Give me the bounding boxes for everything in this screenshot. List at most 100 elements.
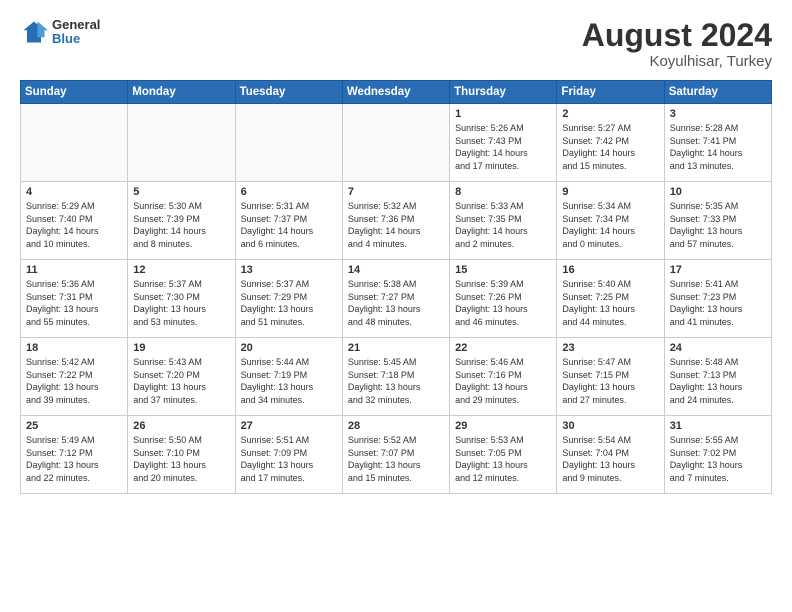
day-number: 22 (455, 342, 551, 354)
calendar-cell: 25 Sunrise: 5:49 AMSunset: 7:12 PMDayligh… (21, 416, 128, 494)
weekday-header-friday: Friday (557, 81, 664, 104)
calendar-cell: 27Sunrise: 5:51 AMSunset: 7:09 PMDayligh… (235, 416, 342, 494)
header: General Blue August 2024 Koyulhisar, Tur… (20, 18, 772, 70)
calendar-cell: 6Sunrise: 5:31 AMSunset: 7:37 PMDaylight… (235, 182, 342, 260)
cell-info: Sunrise: 5:37 AMSunset: 7:30 PMDaylight:… (133, 278, 229, 328)
cell-info: Sunrise: 5:26 AMSunset: 7:43 PMDaylight:… (455, 122, 551, 172)
day-number: 31 (670, 420, 766, 432)
cell-info: Sunrise: 5:32 AMSunset: 7:36 PMDaylight:… (348, 200, 444, 250)
day-number: 11 (26, 264, 122, 276)
cell-info: Sunrise: 5:28 AMSunset: 7:41 PMDaylight:… (670, 122, 766, 172)
calendar-cell: 7Sunrise: 5:32 AMSunset: 7:36 PMDaylight… (342, 182, 449, 260)
day-number: 24 (670, 342, 766, 354)
day-number: 10 (670, 186, 766, 198)
cell-info: Sunrise: 5:41 AMSunset: 7:23 PMDaylight:… (670, 278, 766, 328)
calendar-cell: 12 Sunrise: 5:37 AMSunset: 7:30 PMDayligh… (128, 260, 235, 338)
day-number: 18 (26, 342, 122, 354)
calendar-cell: 17 Sunrise: 5:41 AMSunset: 7:23 PMDayligh… (664, 260, 771, 338)
logo-text: General Blue (52, 18, 100, 47)
weekday-header-row: SundayMondayTuesdayWednesdayThursdayFrid… (21, 81, 772, 104)
cell-info: Sunrise: 5:30 AMSunset: 7:39 PMDaylight:… (133, 200, 229, 250)
day-number: 28 (348, 420, 444, 432)
calendar-cell: 21 Sunrise: 5:45 AMSunset: 7:18 PMDayligh… (342, 338, 449, 416)
calendar-cell: 5 Sunrise: 5:30 AMSunset: 7:39 PMDaylight… (128, 182, 235, 260)
cell-info: Sunrise: 5:42 AMSunset: 7:22 PMDaylight:… (26, 356, 122, 406)
calendar-cell (235, 104, 342, 182)
calendar-cell: 29 Sunrise: 5:53 AMSunset: 7:05 PMDayligh… (450, 416, 557, 494)
day-number: 15 (455, 264, 551, 276)
day-number: 14 (348, 264, 444, 276)
calendar-cell (21, 104, 128, 182)
calendar-cell: 16 Sunrise: 5:40 AMSunset: 7:25 PMDayligh… (557, 260, 664, 338)
calendar-table: SundayMondayTuesdayWednesdayThursdayFrid… (20, 80, 772, 494)
calendar-week-2: 4Sunrise: 5:29 AMSunset: 7:40 PMDaylight… (21, 182, 772, 260)
calendar-cell: 22 Sunrise: 5:46 AMSunset: 7:16 PMDayligh… (450, 338, 557, 416)
calendar-week-4: 18 Sunrise: 5:42 AMSunset: 7:22 PMDayligh… (21, 338, 772, 416)
weekday-header-saturday: Saturday (664, 81, 771, 104)
logo-icon (20, 18, 48, 46)
cell-info: Sunrise: 5:35 AMSunset: 7:33 PMDaylight:… (670, 200, 766, 250)
day-number: 20 (241, 342, 337, 354)
day-number: 17 (670, 264, 766, 276)
cell-info: Sunrise: 5:44 AMSunset: 7:19 PMDaylight:… (241, 356, 337, 406)
cell-info: Sunrise: 5:53 AMSunset: 7:05 PMDaylight:… (455, 434, 551, 484)
day-number: 8 (455, 186, 551, 198)
day-number: 19 (133, 342, 229, 354)
cell-info: Sunrise: 5:29 AMSunset: 7:40 PMDaylight:… (26, 200, 122, 250)
day-number: 5 (133, 186, 229, 198)
cell-info: Sunrise: 5:48 AMSunset: 7:13 PMDaylight:… (670, 356, 766, 406)
calendar-week-1: 1Sunrise: 5:26 AMSunset: 7:43 PMDaylight… (21, 104, 772, 182)
logo-general-label: General (52, 18, 100, 32)
day-number: 13 (241, 264, 337, 276)
cell-info: Sunrise: 5:39 AMSunset: 7:26 PMDaylight:… (455, 278, 551, 328)
day-number: 23 (562, 342, 658, 354)
day-number: 12 (133, 264, 229, 276)
cell-info: Sunrise: 5:45 AMSunset: 7:18 PMDaylight:… (348, 356, 444, 406)
calendar-cell: 10 Sunrise: 5:35 AMSunset: 7:33 PMDayligh… (664, 182, 771, 260)
cell-info: Sunrise: 5:33 AMSunset: 7:35 PMDaylight:… (455, 200, 551, 250)
calendar-cell: 9Sunrise: 5:34 AMSunset: 7:34 PMDaylight… (557, 182, 664, 260)
cell-info: Sunrise: 5:40 AMSunset: 7:25 PMDaylight:… (562, 278, 658, 328)
calendar-cell: 8 Sunrise: 5:33 AMSunset: 7:35 PMDaylight… (450, 182, 557, 260)
calendar-week-5: 25 Sunrise: 5:49 AMSunset: 7:12 PMDayligh… (21, 416, 772, 494)
calendar-cell (342, 104, 449, 182)
calendar-cell: 30Sunrise: 5:54 AMSunset: 7:04 PMDayligh… (557, 416, 664, 494)
title-block: August 2024 Koyulhisar, Turkey (582, 18, 772, 70)
calendar-cell (128, 104, 235, 182)
cell-info: Sunrise: 5:36 AMSunset: 7:31 PMDaylight:… (26, 278, 122, 328)
day-number: 26 (133, 420, 229, 432)
weekday-header-tuesday: Tuesday (235, 81, 342, 104)
calendar-cell: 1Sunrise: 5:26 AMSunset: 7:43 PMDaylight… (450, 104, 557, 182)
cell-info: Sunrise: 5:34 AMSunset: 7:34 PMDaylight:… (562, 200, 658, 250)
calendar-cell: 2 Sunrise: 5:27 AMSunset: 7:42 PMDaylight… (557, 104, 664, 182)
cell-info: Sunrise: 5:49 AMSunset: 7:12 PMDaylight:… (26, 434, 122, 484)
day-number: 30 (562, 420, 658, 432)
month-title: August 2024 (582, 18, 772, 53)
logo: General Blue (20, 18, 100, 47)
calendar-cell: 23Sunrise: 5:47 AMSunset: 7:15 PMDayligh… (557, 338, 664, 416)
calendar-cell: 11 Sunrise: 5:36 AMSunset: 7:31 PMDayligh… (21, 260, 128, 338)
day-number: 6 (241, 186, 337, 198)
weekday-header-thursday: Thursday (450, 81, 557, 104)
day-number: 29 (455, 420, 551, 432)
calendar-cell: 18 Sunrise: 5:42 AMSunset: 7:22 PMDayligh… (21, 338, 128, 416)
calendar-cell: 13Sunrise: 5:37 AMSunset: 7:29 PMDayligh… (235, 260, 342, 338)
weekday-header-sunday: Sunday (21, 81, 128, 104)
logo-blue-label: Blue (52, 32, 100, 46)
cell-info: Sunrise: 5:55 AMSunset: 7:02 PMDaylight:… (670, 434, 766, 484)
cell-info: Sunrise: 5:43 AMSunset: 7:20 PMDaylight:… (133, 356, 229, 406)
location: Koyulhisar, Turkey (582, 53, 772, 70)
day-number: 25 (26, 420, 122, 432)
calendar-week-3: 11 Sunrise: 5:36 AMSunset: 7:31 PMDayligh… (21, 260, 772, 338)
calendar-cell: 14Sunrise: 5:38 AMSunset: 7:27 PMDayligh… (342, 260, 449, 338)
calendar-cell: 19 Sunrise: 5:43 AMSunset: 7:20 PMDayligh… (128, 338, 235, 416)
day-number: 21 (348, 342, 444, 354)
calendar-cell: 28Sunrise: 5:52 AMSunset: 7:07 PMDayligh… (342, 416, 449, 494)
calendar-cell: 3 Sunrise: 5:28 AMSunset: 7:41 PMDaylight… (664, 104, 771, 182)
cell-info: Sunrise: 5:46 AMSunset: 7:16 PMDaylight:… (455, 356, 551, 406)
calendar-cell: 20 Sunrise: 5:44 AMSunset: 7:19 PMDayligh… (235, 338, 342, 416)
day-number: 2 (562, 108, 658, 120)
day-number: 3 (670, 108, 766, 120)
cell-info: Sunrise: 5:27 AMSunset: 7:42 PMDaylight:… (562, 122, 658, 172)
day-number: 16 (562, 264, 658, 276)
